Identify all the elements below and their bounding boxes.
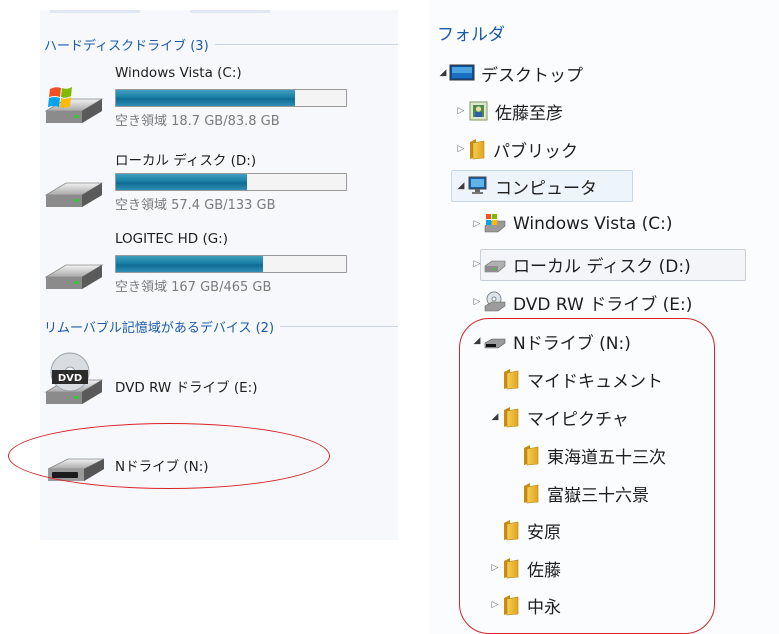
capacity-bar-fill bbox=[116, 174, 248, 190]
collapsed-arrow-icon[interactable]: ▷ bbox=[471, 297, 483, 307]
expanded-arrow-icon[interactable]: ◢ bbox=[455, 181, 467, 191]
capacity-bar bbox=[115, 173, 347, 191]
capacity-bar-fill bbox=[116, 256, 264, 272]
hard-drive-icon bbox=[44, 169, 104, 213]
folder-icon bbox=[467, 138, 487, 160]
column-header-stub bbox=[190, 10, 270, 13]
capacity-bar bbox=[115, 89, 347, 107]
hard-drive-icon bbox=[44, 251, 104, 295]
drive-e[interactable]: DVD DVD RW ドライブ (E:) bbox=[40, 340, 398, 420]
capacity-bar bbox=[115, 255, 347, 273]
tree-item-drive-c[interactable]: ▷ Windows Vista (C:) bbox=[471, 211, 672, 237]
drive-g[interactable]: LOGITEC HD (G:) 空き領域 167 GB/465 GB bbox=[40, 231, 398, 307]
drive-name: DVD RW ドライブ (E:) bbox=[115, 380, 258, 396]
collapsed-arrow-icon[interactable]: ▷ bbox=[455, 144, 467, 154]
free-space-label: 空き領域 18.7 GB/83.8 GB bbox=[115, 114, 280, 129]
drive-c[interactable]: Windows Vista (C:) 空き領域 18.7 GB/83.8 GB bbox=[40, 65, 398, 141]
free-space-label: 空き領域 167 GB/465 GB bbox=[115, 280, 272, 295]
collapsed-arrow-icon[interactable]: ▷ bbox=[455, 106, 467, 116]
group-divider bbox=[280, 326, 398, 327]
group-divider bbox=[214, 44, 398, 45]
computer-icon bbox=[468, 176, 487, 194]
tree-item-label: 佐藤至彦 bbox=[495, 103, 563, 124]
tree-item-computer[interactable]: ◢ コンピュータ bbox=[455, 173, 597, 199]
removable-group-title: リムーバブル記憶域があるデバイス (2) bbox=[44, 320, 275, 336]
folders-pane-title: フォルダ bbox=[437, 25, 505, 45]
collapsed-arrow-icon[interactable]: ▷ bbox=[471, 259, 483, 269]
drive-name: LOGITEC HD (G:) bbox=[115, 231, 228, 247]
drive-d[interactable]: ローカル ディスク (D:) 空き領域 57.4 GB/133 GB bbox=[40, 149, 398, 225]
tree-item-label: パブリック bbox=[493, 141, 578, 162]
tree-item-label: Windows Vista (C:) bbox=[513, 214, 673, 234]
expanded-arrow-icon[interactable]: ◢ bbox=[437, 68, 449, 78]
removable-group-header[interactable]: リムーバブル記憶域があるデバイス (2) bbox=[44, 317, 398, 336]
windows-drive-icon bbox=[484, 214, 506, 233]
annotation-ellipse bbox=[8, 423, 330, 489]
windows-drive-icon bbox=[44, 87, 104, 129]
collapsed-arrow-icon[interactable]: ▷ bbox=[471, 219, 483, 229]
svg-text:DVD: DVD bbox=[58, 373, 82, 384]
tree-item-label: ローカル ディスク (D:) bbox=[513, 256, 691, 277]
free-space-label: 空き領域 57.4 GB/133 GB bbox=[115, 198, 276, 213]
user-folder-icon bbox=[469, 101, 488, 121]
hard-disk-group-header[interactable]: ハードディスクドライブ (3) bbox=[44, 35, 398, 54]
tree-item-drive-e[interactable]: ▷ DVD RW ドライブ (E:) bbox=[471, 289, 692, 315]
tree-item-label: DVD RW ドライブ (E:) bbox=[513, 294, 693, 315]
column-header-stub bbox=[50, 10, 140, 13]
tree-item-public[interactable]: ▷ パブリック bbox=[455, 136, 578, 162]
hard-disk-group-title: ハードディスクドライブ (3) bbox=[44, 38, 209, 54]
tree-item-label: コンピュータ bbox=[495, 178, 597, 199]
drive-name: Windows Vista (C:) bbox=[115, 65, 242, 81]
tree-item-drive-d[interactable]: ▷ ローカル ディスク (D:) bbox=[471, 251, 691, 277]
capacity-bar-fill bbox=[116, 90, 296, 106]
drive-name: ローカル ディスク (D:) bbox=[115, 153, 257, 169]
tree-item-user[interactable]: ▷ 佐藤至彦 bbox=[455, 98, 563, 124]
hard-drive-icon bbox=[484, 260, 506, 273]
desktop-icon bbox=[449, 64, 475, 81]
dvd-drive-icon bbox=[484, 291, 506, 312]
tree-item-label: デスクトップ bbox=[481, 65, 583, 86]
tree-item-desktop[interactable]: ◢ デスクトップ bbox=[437, 60, 583, 86]
annotation-ellipse bbox=[459, 318, 715, 634]
dvd-drive-icon: DVD bbox=[45, 352, 103, 405]
